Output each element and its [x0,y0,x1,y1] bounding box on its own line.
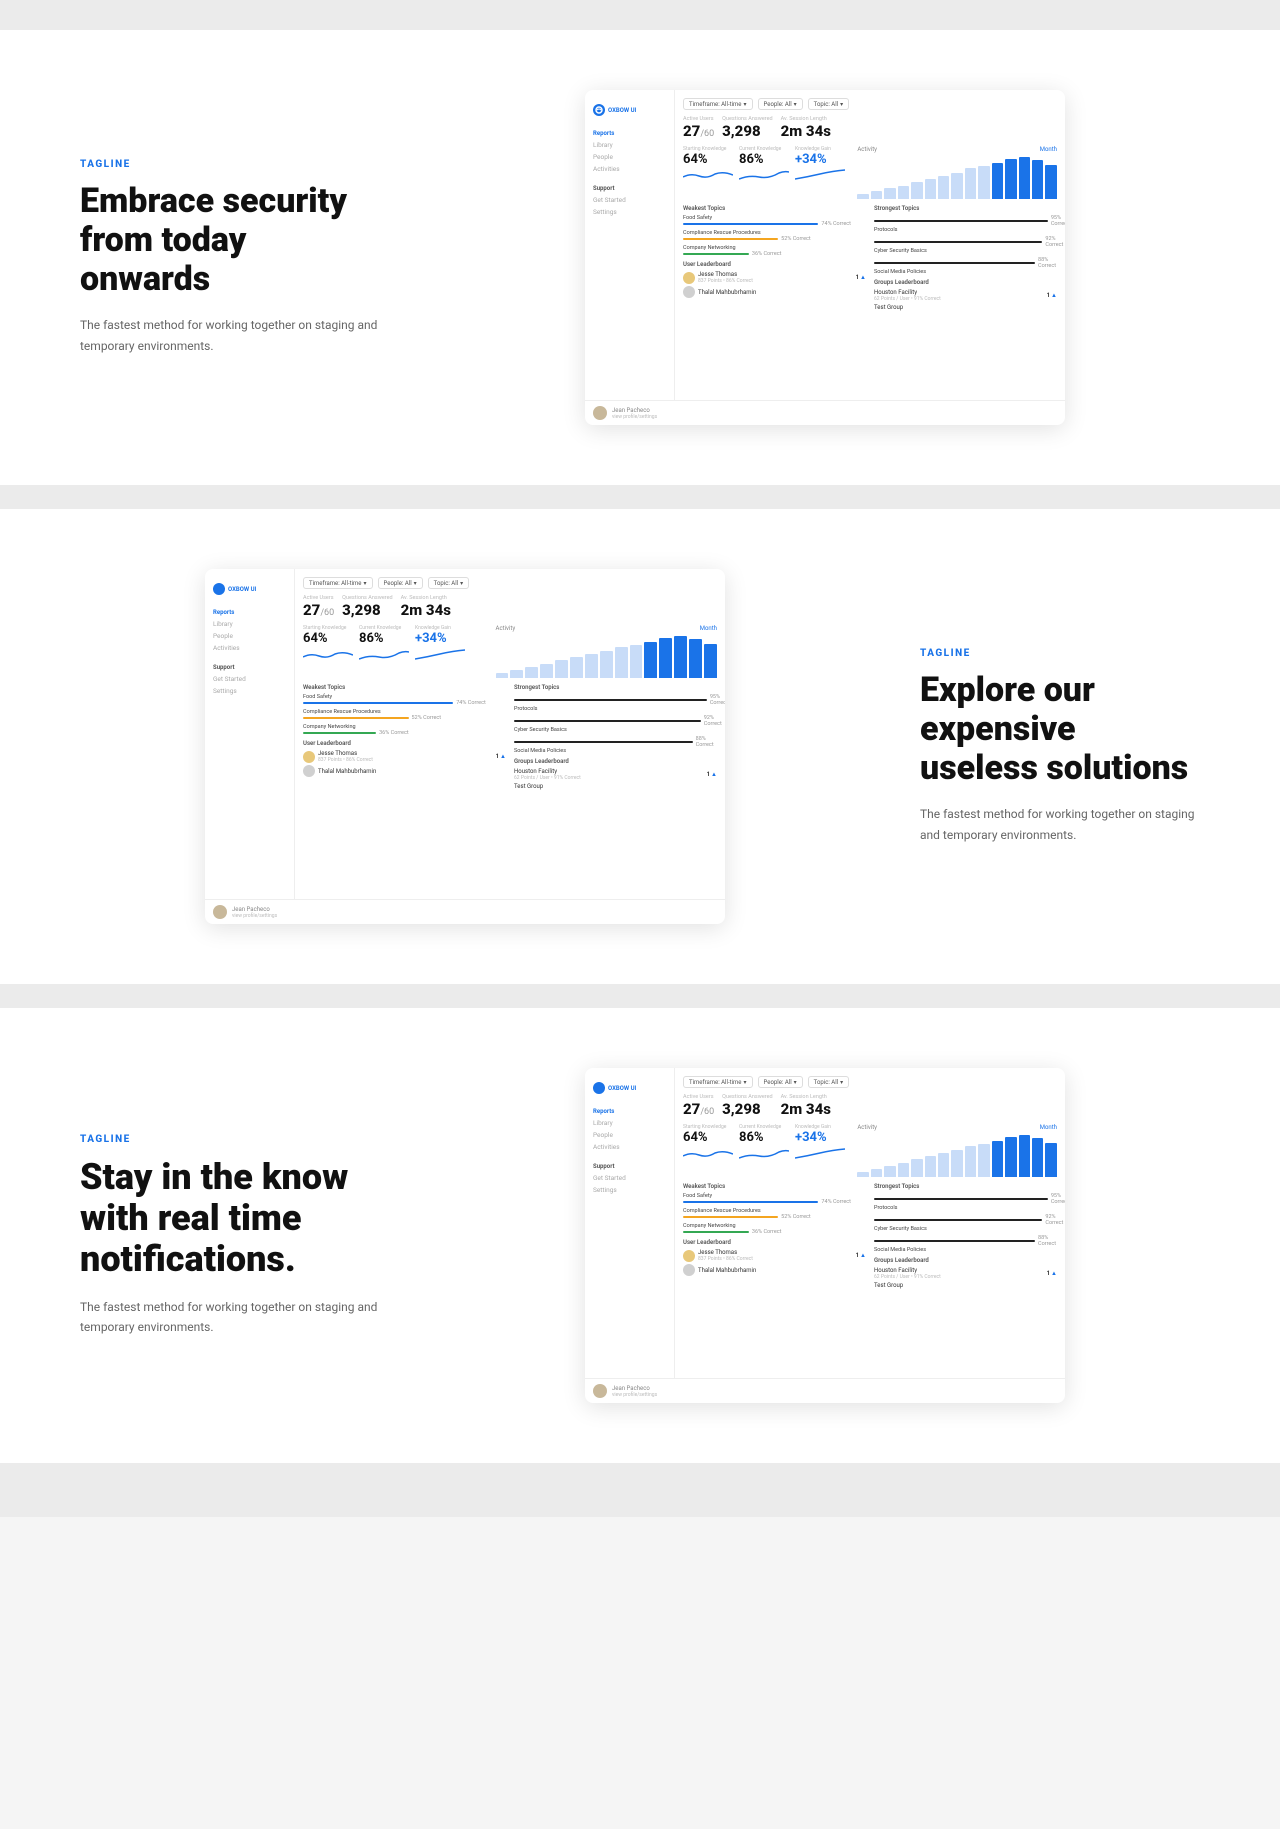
section-3-mockup: OXBOW UI Reports Library People Activiti… [450,1068,1200,1403]
db1-logo-text: OXBOW UI [608,107,636,114]
section-1: TAGLINE Embrace security from today onwa… [0,30,1280,485]
db1-filters: Timeframe: All-time▾ People: All▾ Topic:… [683,98,1057,110]
db1-strong-1: 95% Correct Protocols [874,215,1057,233]
section-2-desc: The fastest method for working together … [920,804,1200,845]
section-2-headline: Explore our expensive useless solutions [920,671,1200,788]
db1-logo-icon [593,104,605,116]
db1-bottom: Weakest Topics Food Safety 74% Correct [683,205,1057,311]
db1-filter-timeframe[interactable]: Timeframe: All-time▾ [683,98,753,110]
db1-leader-1: Jesse Thomas 837 Points • 86% Correct 1 … [683,271,866,284]
db1-knowledge: Starting Knowledge 64% Current Knowledge… [683,146,849,199]
section-2-tagline: TAGLINE [920,648,1200,659]
section-3-tagline: TAGLINE [80,1134,380,1145]
db1-stat-users: Active Users 27/60 [683,116,714,140]
db1-user-avatar [593,406,607,420]
db1-stat-questions: Questions Answered 3,298 [722,116,772,140]
db1-sidebar: OXBOW UI Reports Library People Activiti… [585,90,675,400]
db1-reports-label: Reports [585,126,674,139]
db1-know-current: Current Knowledge 86% [739,146,789,183]
db1-nav-people[interactable]: People [585,151,674,163]
dashboard-mockup-2: OXBOW UI Reports Library People Activiti… [205,569,725,924]
section-3-headline: Stay in the know with real time notifica… [80,1157,380,1281]
section-1-tagline: TAGLINE [80,159,380,170]
db2-sidebar: OXBOW UI Reports Library People Activiti… [205,569,295,899]
db1-stats: Active Users 27/60 Questions Answered 3,… [683,116,1057,140]
db1-topic-1: Food Safety 74% Correct [683,215,866,227]
db1-nav-activities[interactable]: Activities [585,163,674,175]
db1-nav-getstarted[interactable]: Get Started [585,194,674,206]
section-2-text: TAGLINE Explore our expensive useless so… [920,648,1200,845]
db1-strong-2: 92% Correct Cyber Security Basics [874,236,1057,254]
db1-stat-session: Av. Session Length 2m 34s [781,116,831,140]
section-1-mockup: OXBOW UI Reports Library People Activiti… [450,90,1200,425]
db1-filter-topic[interactable]: Topic: All▾ [808,98,849,110]
db1-know-activity: Starting Knowledge 64% Current Knowledge… [683,146,1057,199]
db1-topic-2: Compliance Rescue Procedures 52% Correct [683,230,866,242]
db1-logo: OXBOW UI [585,98,674,126]
page-wrapper: TAGLINE Embrace security from today onwa… [0,0,1280,1517]
db1-strong-3: 88% Correct Social Media Policies [874,257,1057,275]
db1-stat-users-val: 27/60 [683,122,714,140]
db1-user-info: Jean Pacheco view profile/settings [612,407,657,420]
dashboard-mockup-1: OXBOW UI Reports Library People Activiti… [585,90,1065,425]
section-2: OXBOW UI Reports Library People Activiti… [0,509,1280,984]
db1-know-values: Starting Knowledge 64% Current Knowledge… [683,146,849,183]
db1-group-1: Houston Facility 62 Points / User • 91% … [874,289,1057,302]
db1-support-label: Support [585,179,674,194]
db1-know-start: Starting Knowledge 64% [683,146,733,183]
section-1-headline: Embrace security from today onwards [80,182,380,299]
db1-activity: Activity Month [857,146,1057,199]
db1-strong-topics: Strongest Topics 95% Correct Protocols [874,205,1057,311]
db1-filter-people[interactable]: People: All▾ [758,98,803,110]
section-3: TAGLINE Stay in the know with real time … [0,1008,1280,1463]
db1-nav-settings[interactable]: Settings [585,206,674,218]
db1-nav-library[interactable]: Library [585,139,674,151]
section-1-desc: The fastest method for working together … [80,315,380,356]
section-3-desc: The fastest method for working together … [80,1297,380,1338]
db1-weak-topics: Weakest Topics Food Safety 74% Correct [683,205,866,311]
section-2-mockup: OXBOW UI Reports Library People Activiti… [80,569,850,924]
db2-main: Timeframe: All-time▾ People: All▾ Topic:… [295,569,725,899]
db1-know-gain: Knowledge Gain +34% [795,146,845,183]
section-3-text: TAGLINE Stay in the know with real time … [80,1134,380,1338]
db1-bar-chart [857,155,1057,199]
db1-group-2: Test Group [874,304,1057,311]
db1-leader-2: Thalal Mahbubrhamin [683,286,866,298]
db1-footer: Jean Pacheco view profile/settings [585,400,1065,425]
section-1-text: TAGLINE Embrace security from today onwa… [80,159,380,356]
dashboard-mockup-3: OXBOW UI Reports Library People Activiti… [585,1068,1065,1403]
db1-main: Timeframe: All-time▾ People: All▾ Topic:… [675,90,1065,400]
db1-topic-3: Company Networking 36% Correct [683,245,866,257]
